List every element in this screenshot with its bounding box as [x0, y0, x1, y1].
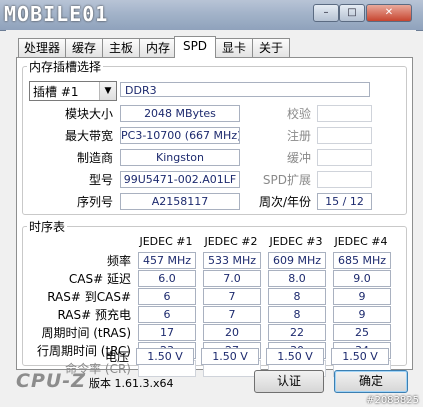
- timing-cell: 17: [138, 324, 196, 341]
- spd-ext-value: [317, 171, 372, 188]
- buffered-label: 缓冲: [286, 151, 311, 165]
- registered-label: 注册: [286, 129, 311, 143]
- spd-ext-label: SPD扩展: [262, 173, 311, 187]
- watermark-id: #2083825: [366, 395, 419, 406]
- max-bandwidth-value: PC3-10700 (667 MHz): [120, 127, 240, 144]
- cpuz-window: 处理器 缓存 主板 内存 SPD 显卡 关于 内存插槽选择 插槽 #1 ▼ DD…: [6, 30, 416, 402]
- timing-cell: 8: [268, 288, 326, 305]
- checksum-value: [317, 105, 372, 122]
- max-bandwidth-label: 最大带宽: [64, 129, 113, 143]
- tab-memory[interactable]: 内存: [139, 38, 177, 57]
- tab-about[interactable]: 关于: [252, 38, 290, 57]
- timing-cell: 8: [268, 306, 326, 323]
- timings-group: 时序表 JEDEC #1 JEDEC #2 JEDEC #3 JEDEC #4 …: [22, 218, 407, 377]
- tab-graphics[interactable]: 显卡: [215, 38, 253, 57]
- voltage-label: 电压: [104, 350, 129, 364]
- slot-dropdown[interactable]: 插槽 #1 ▼: [29, 81, 117, 101]
- memory-slot-group-title: 内存插槽选择: [29, 60, 102, 74]
- tab-spd[interactable]: SPD: [174, 36, 216, 58]
- timing-cell: 533 MHz: [203, 252, 261, 269]
- maximize-button[interactable]: □: [339, 4, 365, 22]
- timing-cell: 1.50 V: [266, 348, 324, 365]
- part-number-value: 99U5471-002.A01LF: [120, 171, 240, 188]
- week-year-label: 周次/年份: [258, 195, 311, 209]
- memory-type-value: DDR3: [120, 82, 370, 97]
- timing-cell: 22: [268, 324, 326, 341]
- timing-cell: 9: [333, 306, 391, 323]
- tab-cpu[interactable]: 处理器: [18, 38, 66, 57]
- manufacturer-value: Kingston: [120, 149, 240, 166]
- version-text: 版本 1.61.3.x64: [89, 377, 174, 390]
- slot-dropdown-value: 插槽 #1: [33, 85, 79, 99]
- part-number-label: 型号: [88, 173, 113, 187]
- close-button[interactable]: ✕: [366, 4, 412, 22]
- timing-cell: 6.0: [138, 270, 196, 287]
- manufacturer-label: 制造商: [76, 151, 113, 165]
- ok-button[interactable]: 确定: [334, 370, 408, 393]
- minimize-button[interactable]: –: [313, 4, 339, 22]
- timing-cell: 7.0: [203, 270, 261, 287]
- module-size-value: 2048 MBytes: [120, 105, 240, 122]
- module-size-label: 模块大小: [64, 107, 113, 121]
- timing-cell: 25: [333, 324, 391, 341]
- timing-cell: 20: [203, 324, 261, 341]
- ras-precharge-label: RAS# 预充电: [57, 308, 131, 322]
- memory-slot-group: 内存插槽选择 插槽 #1 ▼ DDR3 模块大小 2048 MBytes 校验 …: [22, 58, 407, 215]
- validate-button[interactable]: 认证: [254, 370, 324, 393]
- timing-cell: 7: [203, 306, 261, 323]
- week-year-value: 15 / 12: [317, 193, 372, 210]
- timing-cell: 8.0: [268, 270, 326, 287]
- tab-cache[interactable]: 缓存: [65, 38, 103, 57]
- title-bar: MOBILE01 – □ ✕: [0, 0, 423, 31]
- jedec-2-header: JEDEC #2: [204, 235, 258, 248]
- timing-cell: 6: [138, 288, 196, 305]
- timing-cell: 6: [138, 306, 196, 323]
- chevron-down-icon: ▼: [99, 82, 116, 100]
- timing-cell: 9: [333, 288, 391, 305]
- frequency-label: 频率: [106, 254, 131, 268]
- tab-mainboard[interactable]: 主板: [102, 38, 140, 57]
- watermark-logo: MOBILE01: [4, 2, 109, 26]
- timing-cell: 7: [203, 288, 261, 305]
- timing-cell: 9.0: [333, 270, 391, 287]
- footer-bar: CPU-Z 版本 1.61.3.x64 认证 确定: [6, 370, 416, 402]
- spd-panel: 内存插槽选择 插槽 #1 ▼ DDR3 模块大小 2048 MBytes 校验 …: [16, 57, 413, 377]
- cas-latency-label: CAS# 延迟: [68, 272, 131, 286]
- tras-label: 周期时间 (tRAS): [41, 326, 131, 340]
- buffered-value: [317, 149, 372, 166]
- timing-cell: 1.50 V: [201, 348, 259, 365]
- timing-cell: 1.50 V: [136, 348, 194, 365]
- timing-cell: 685 MHz: [333, 252, 391, 269]
- ras-to-cas-label: RAS# 到CAS#: [47, 290, 131, 304]
- cpuz-logo: CPU-Z: [16, 370, 86, 392]
- timing-cell: 457 MHz: [138, 252, 196, 269]
- timing-cell: 609 MHz: [268, 252, 326, 269]
- checksum-label: 校验: [286, 107, 311, 121]
- jedec-1-header: JEDEC #1: [139, 235, 193, 248]
- jedec-3-header: JEDEC #3: [269, 235, 323, 248]
- jedec-4-header: JEDEC #4: [334, 235, 388, 248]
- registered-value: [317, 127, 372, 144]
- timings-group-title: 时序表: [29, 220, 66, 234]
- timing-cell: 1.50 V: [331, 348, 389, 365]
- serial-number-value: A2158117: [120, 193, 240, 210]
- serial-number-label: 序列号: [76, 195, 113, 209]
